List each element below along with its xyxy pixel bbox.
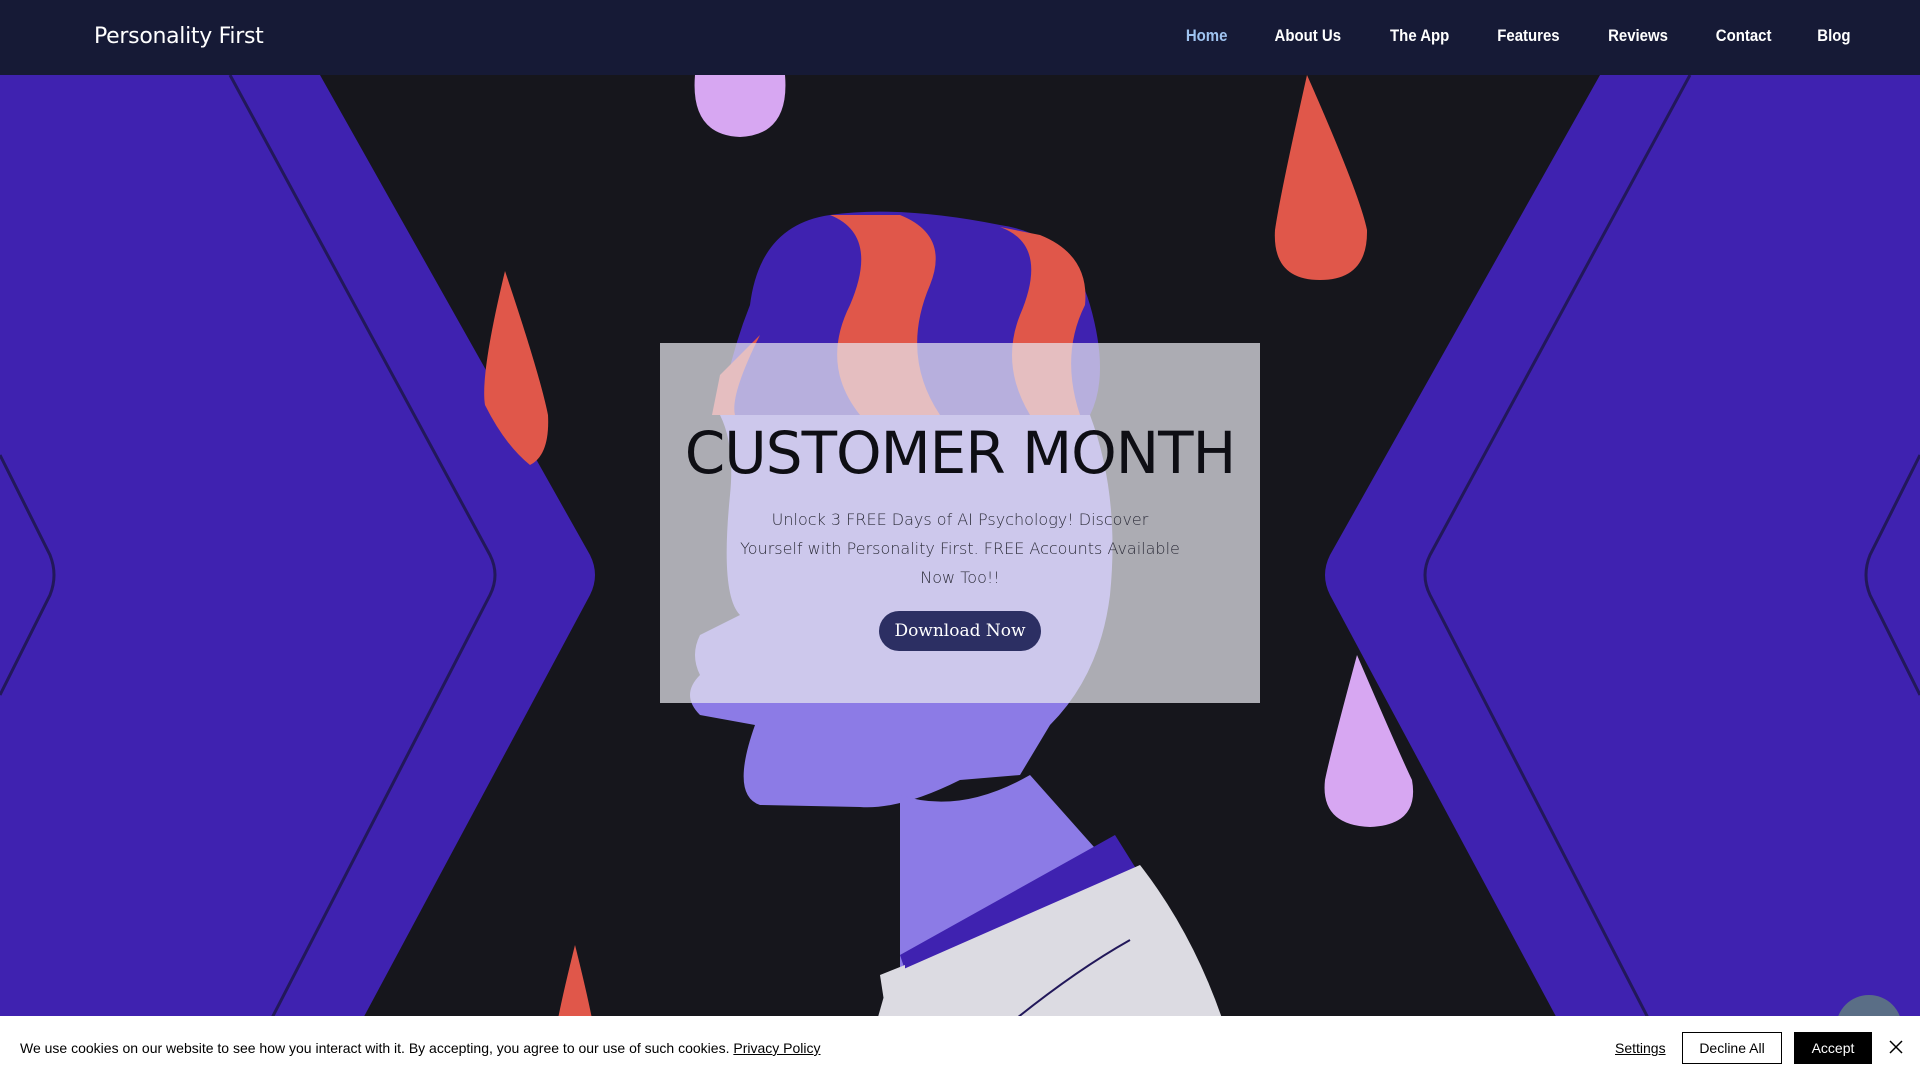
nav-home[interactable]: Home xyxy=(1186,26,1228,46)
nav-features[interactable]: Features xyxy=(1497,26,1559,46)
brand-logo[interactable]: Personality First xyxy=(94,24,264,49)
cookie-message: We use cookies on our website to see how… xyxy=(20,1040,821,1056)
nav-the-app[interactable]: The App xyxy=(1390,26,1449,46)
main-nav: Home About Us The App Features Reviews C… xyxy=(1143,26,1853,46)
promo-description: Unlock 3 FREE Days of AI Psychology! Dis… xyxy=(740,510,1180,587)
nav-reviews[interactable]: Reviews xyxy=(1608,26,1668,46)
close-icon[interactable] xyxy=(1887,1038,1905,1056)
promo-card: CUSTOMER MONTH Unlock 3 FREE Days of AI … xyxy=(660,343,1260,703)
decline-all-button[interactable]: Decline All xyxy=(1682,1032,1782,1064)
nav-contact[interactable]: Contact xyxy=(1716,26,1772,46)
promo-title: CUSTOMER MONTH xyxy=(684,419,1236,487)
nav-about-us[interactable]: About Us xyxy=(1275,26,1341,46)
download-now-button[interactable]: Download Now xyxy=(879,611,1041,651)
cookie-settings-link[interactable]: Settings xyxy=(1615,1040,1666,1056)
privacy-policy-link[interactable]: Privacy Policy xyxy=(733,1040,820,1056)
cookie-message-text: We use cookies on our website to see how… xyxy=(20,1040,734,1056)
cookie-banner: We use cookies on our website to see how… xyxy=(0,1016,1920,1080)
nav-blog[interactable]: Blog xyxy=(1817,26,1850,46)
site-header: Personality First Home About Us The App … xyxy=(0,0,1920,75)
accept-button[interactable]: Accept xyxy=(1794,1032,1872,1064)
